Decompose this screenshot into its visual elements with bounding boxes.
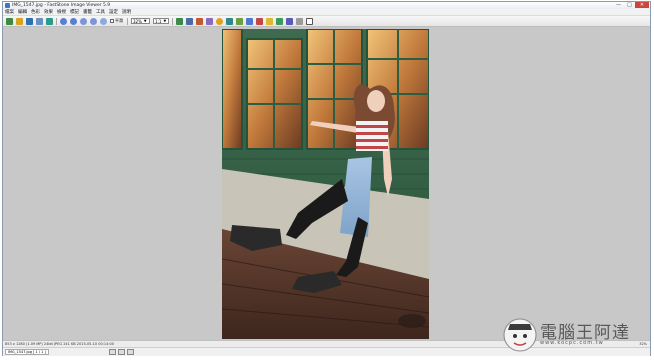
effects-icon[interactable] (216, 17, 223, 25)
color-icon[interactable] (196, 17, 203, 25)
smooth-checkbox[interactable] (110, 19, 114, 23)
compare-icon[interactable] (236, 17, 243, 25)
star-icon[interactable] (266, 17, 273, 25)
toolbar-separator (172, 17, 173, 25)
app-icon (5, 3, 10, 8)
settings-icon[interactable] (296, 17, 303, 25)
menu-color[interactable]: 色彩 (31, 9, 40, 15)
draw-icon[interactable] (226, 17, 233, 25)
image-viewport[interactable] (3, 28, 650, 340)
open-icon[interactable] (6, 17, 13, 25)
mascot-logo-icon (503, 318, 537, 352)
menu-effects[interactable]: 效果 (44, 9, 53, 15)
minimize-button[interactable]: — (613, 2, 624, 8)
close-button[interactable]: ✕ (635, 2, 649, 8)
task-icons (108, 349, 136, 355)
prev-icon[interactable] (60, 17, 67, 25)
zoom-in-icon[interactable] (80, 17, 87, 25)
delete-icon[interactable] (256, 17, 263, 25)
crop-icon[interactable] (176, 17, 183, 25)
fit-select[interactable]: 1:1 ▼ (153, 18, 169, 24)
fit-select-value: 1:1 (155, 18, 162, 24)
window-title: IMG_1547.jpg - FastStone Image Viewer 5.… (12, 3, 111, 8)
chevron-down-icon: ▼ (143, 18, 147, 23)
zoom-select-value: 32% (133, 18, 142, 24)
toolbar-separator (127, 17, 128, 25)
menu-settings[interactable]: 設定 (109, 9, 118, 15)
watermark: 電腦王阿達 www.kocpc.com.tw (500, 314, 650, 356)
zoom-out-icon[interactable] (90, 17, 97, 25)
menu-bar: 檔案 編輯 色彩 效果 檢視 標記 書籤 工具 設定 說明 (3, 9, 650, 16)
image-info: 853 x 1280 (1.09 MP) 24bit JPEG 241 KB 2… (5, 342, 114, 346)
menu-view[interactable]: 檢視 (57, 9, 66, 15)
toolbar: 平滑 32% ▼ 1:1 ▼ (3, 16, 650, 27)
thumbnail-icon[interactable] (117, 349, 125, 355)
print-icon[interactable] (36, 17, 43, 25)
watermark-url: www.kocpc.com.tw (540, 340, 604, 346)
chevron-down-icon: ▼ (163, 18, 167, 23)
photo-image (222, 29, 429, 339)
zoom-select[interactable]: 32% ▼ (131, 18, 150, 24)
slideshow-icon[interactable] (246, 17, 253, 25)
menu-file[interactable]: 檔案 (5, 9, 14, 15)
app-window: IMG_1547.jpg - FastStone Image Viewer 5.… (2, 1, 651, 356)
rotate-icon[interactable] (100, 17, 107, 25)
title-bar[interactable]: IMG_1547.jpg - FastStone Image Viewer 5.… (3, 2, 650, 9)
thumbnail-icon[interactable] (126, 349, 134, 355)
photo-svg (222, 29, 429, 339)
browse-icon[interactable] (16, 17, 23, 25)
next-icon[interactable] (70, 17, 77, 25)
smooth-label: 平滑 (115, 18, 123, 23)
thumbnail-icon[interactable] (108, 349, 116, 355)
resize-icon[interactable] (186, 17, 193, 25)
menu-bookmark[interactable]: 書籤 (83, 9, 92, 15)
window-controls: — □ ✕ (613, 2, 649, 8)
sharpen-icon[interactable] (206, 17, 213, 25)
save-icon[interactable] (26, 17, 33, 25)
menu-tag[interactable]: 標記 (70, 9, 79, 15)
menu-tools[interactable]: 工具 (96, 9, 105, 15)
batch-icon[interactable] (276, 17, 283, 25)
screen-capture-icon[interactable] (286, 17, 293, 25)
maximize-button[interactable]: □ (624, 2, 635, 8)
file-tab[interactable]: IMG_1547.jpg [ 1 / 1 ] (5, 349, 49, 355)
toolbar-separator (56, 17, 57, 25)
menu-edit[interactable]: 編輯 (18, 9, 27, 15)
menu-help[interactable]: 說明 (122, 9, 131, 15)
email-icon[interactable] (46, 17, 53, 25)
fullscreen-icon[interactable] (306, 17, 313, 25)
